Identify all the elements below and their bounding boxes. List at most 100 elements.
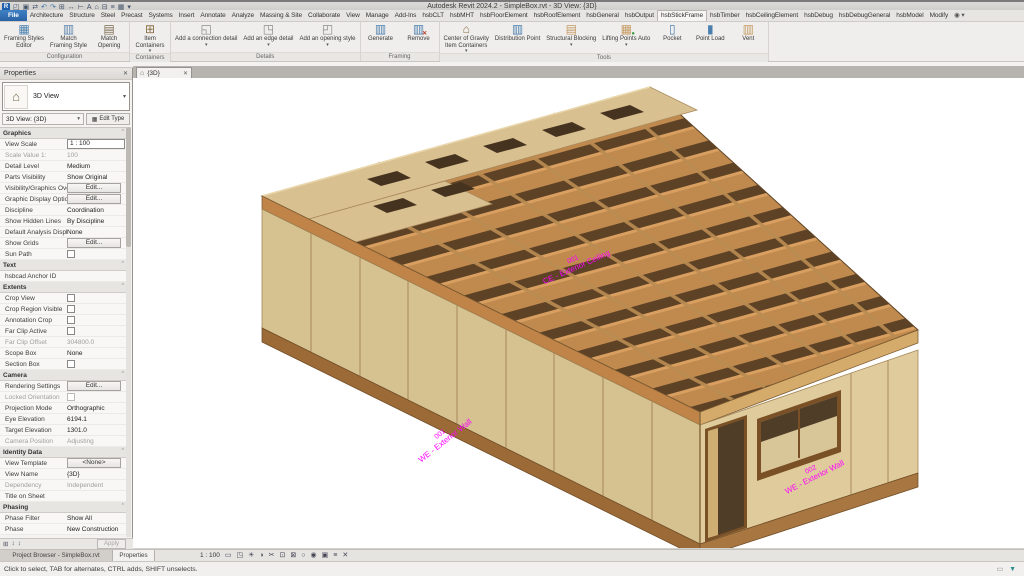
ribbon-tab-massing-site[interactable]: Massing & Site [257,10,305,21]
dropdown-arrow-icon[interactable]: ▾ [205,43,208,47]
ribbon-tab-add-ins[interactable]: Add-Ins [392,10,420,21]
value-scale-value-1[interactable]: 100 [67,152,78,159]
dropdown-arrow-icon[interactable]: ▾ [326,43,329,47]
value-phase-filter[interactable]: Show All [67,515,92,522]
selection-box-icon[interactable]: ▭ [996,565,1003,573]
ribbon-button-framing-styles-editor[interactable]: ▦Framing StylesEditor [2,23,46,49]
lock-3d-view-icon[interactable]: ⊠ [290,551,296,560]
ribbon-tab-hsbceilingelement[interactable]: hsbCeilingElement [743,10,802,21]
property-section-extents[interactable]: Extentsˆ [0,282,127,293]
ribbon-button-distribution-point[interactable]: ▥Distribution Point [493,23,542,43]
value-far-clip-offset[interactable]: 304800.0 [67,339,94,346]
property-section-phasing[interactable]: Phasingˆ [0,502,127,513]
property-section-identity-data[interactable]: Identity Dataˆ [0,447,127,458]
value-camera-position[interactable]: Adjusting [67,438,94,445]
checkbox-annotation-crop[interactable] [67,316,75,324]
dropdown-arrow-icon[interactable]: ▾ [570,43,573,47]
detail-level-icon[interactable]: ▭ [225,551,232,560]
drawing-area[interactable]: 001 CE - Exterior Ceiling 001 WE - Exter… [133,78,1024,548]
ribbon-tab-modify[interactable]: Modify [927,10,952,21]
ribbon-button-add-an-edge-detail[interactable]: ◳Add an edge detail▾ [241,23,295,47]
ribbon-button-center-of-gravity-item-containers[interactable]: ⌂Center of GravityItem Containers▾ [442,23,491,53]
analytical-model-icon[interactable]: ✕ [342,551,348,560]
view-tab-close-icon[interactable]: ✕ [183,70,188,77]
filter-icon[interactable]: ▼ [1009,566,1016,573]
button-graphic-display-options[interactable]: Edit... [67,194,121,204]
ribbon-button-add-an-opening-style[interactable]: ◰Add an opening style▾ [297,23,357,47]
sort-groups-icon[interactable]: ↕ [18,540,21,548]
edit-type-button[interactable]: ▦ Edit Type [86,113,130,125]
sun-path-icon[interactable]: ☀ [248,551,254,560]
value-show-hidden-lines[interactable]: By Discipline [67,218,104,225]
value-projection-mode[interactable]: Orthographic [67,405,105,412]
type-selector[interactable]: ⌂ 3D View ▾ [2,82,130,111]
ribbon-tab-hsbfloorelement[interactable]: hsbFloorElement [477,10,531,21]
ribbon-tab-hsbroofelement[interactable]: hsbRoofElement [531,10,584,21]
value-parts-visibility[interactable]: Show Original [67,174,107,181]
value-dependency[interactable]: Independent [67,482,103,489]
ribbon-tab-architecture[interactable]: Architecture [27,10,66,21]
properties-toggle-icon[interactable]: ⊞ [3,540,8,548]
reveal-hidden-elements-icon[interactable]: ◉ [311,551,317,560]
ribbon-tab-hsbmht[interactable]: hsbMHT [447,10,477,21]
ribbon-tab-file[interactable]: File [0,10,27,21]
dropdown-arrow-icon[interactable]: ▾ [625,43,628,47]
ribbon-tab-hsbclt[interactable]: hsbCLT [419,10,447,21]
button-visibility-graphics-over[interactable]: Edit... [67,183,121,193]
ribbon-tab-structure[interactable]: Structure [66,10,97,21]
ribbon-tab-analyze[interactable]: Analyze [229,10,257,21]
button-rendering-settings[interactable]: Edit... [67,381,121,391]
chevron-down-icon[interactable]: ▾ [123,93,126,100]
ribbon-button-pocket[interactable]: ▯Pocket [654,23,690,43]
ribbon-tab-hsbdebuggeneral[interactable]: hsbDebugGeneral [836,10,893,21]
ribbon-button-remove[interactable]: ▥✕Remove [401,23,437,43]
worksharing-display-icon[interactable]: ▣ [322,551,329,560]
checkbox-locked-orientation[interactable] [67,393,75,401]
view-scale-control[interactable]: 1 : 100 [200,552,220,559]
checkbox-crop-region-visible[interactable] [67,305,75,313]
show-crop-region-icon[interactable]: ⊡ [280,551,286,560]
tab-project-browser[interactable]: Project Browser - SimpleBox.rvt [0,550,113,561]
checkbox-sun-path[interactable] [67,250,75,258]
ribbon-tab-hsbmodel[interactable]: hsbModel [893,10,926,21]
button-view-template[interactable]: <None> [67,458,121,468]
crop-view-icon[interactable]: ✂ [269,551,275,560]
temporary-hide-isolate-icon[interactable]: ○ [301,551,305,560]
ribbon-button-lifting-points-auto[interactable]: ▦●Lifting Points Auto▾ [600,23,652,47]
ribbon-tab-collaborate[interactable]: Collaborate [305,10,343,21]
ribbon-tab-view[interactable]: View [343,10,363,21]
value-eye-elevation[interactable]: 6194.1 [67,416,87,423]
ribbon-tab-insert[interactable]: Insert [176,10,198,21]
properties-close-icon[interactable]: ✕ [123,70,128,77]
instance-selector[interactable]: 3D View: {3D} ▾ [2,113,84,125]
visual-style-icon[interactable]: ◳ [237,551,244,560]
ribbon-tab-manage[interactable]: Manage [363,10,392,21]
value-default-analysis-display[interactable]: None [67,229,83,236]
ribbon-tab-precast[interactable]: Precast [118,10,145,21]
ribbon-tab-annotate[interactable]: Annotate [197,10,228,21]
properties-scrollbar[interactable] [126,127,131,537]
value-discipline[interactable]: Coordination [67,207,104,214]
value-scope-box[interactable]: None [67,350,83,357]
value-view-name[interactable]: {3D} [67,471,80,478]
ribbon-button-structural-blocking[interactable]: ▤Structural Blocking▾ [544,23,598,47]
ribbon-button-add-a-connection-detail[interactable]: ◱Add a connection detail▾ [173,23,239,47]
ribbon-button-item-containers[interactable]: ⊞ItemContainers▾ [132,23,168,53]
ribbon-button-match-opening[interactable]: ▤MatchOpening [91,23,127,49]
ribbon-overflow-icon[interactable]: ◉ ▾ [951,10,967,21]
ribbon-tab-systems[interactable]: Systems [145,10,175,21]
checkbox-crop-view[interactable] [67,294,75,302]
property-section-text[interactable]: Textˆ [0,260,127,271]
ribbon-tab-hsbgeneral[interactable]: hsbGeneral [583,10,622,21]
temporary-view-properties-icon[interactable]: ≡ [333,551,337,560]
tab-properties[interactable]: Properties [113,550,155,561]
value-target-elevation[interactable]: 1301.0 [67,427,87,434]
value-phase[interactable]: New Construction [67,526,118,533]
value-detail-level[interactable]: Medium [67,163,90,170]
dropdown-arrow-icon[interactable]: ▾ [267,43,270,47]
ribbon-tab-steel[interactable]: Steel [98,10,118,21]
input-view-scale[interactable]: 1 : 100 [67,139,125,149]
ribbon-button-match-framing-style[interactable]: ▥MatchFraming Style [48,23,89,49]
checkbox-far-clip-active[interactable] [67,327,75,335]
ribbon-button-generate[interactable]: ▥Generate [363,23,399,43]
